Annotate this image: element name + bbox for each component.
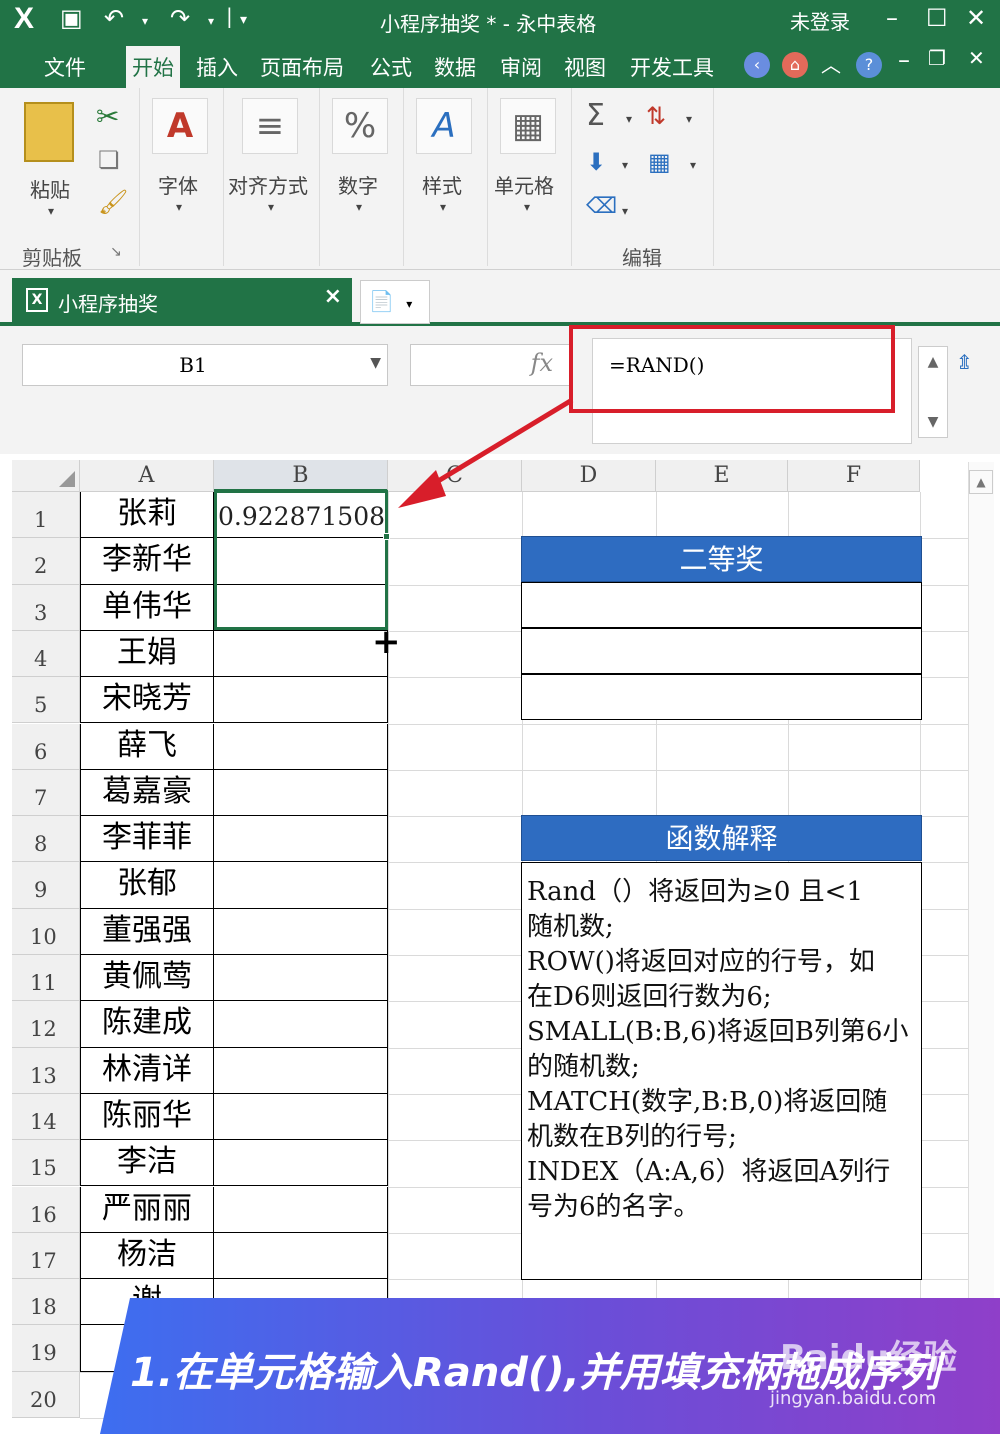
arrow-head-icon	[398, 470, 446, 508]
annotation-arrow	[398, 397, 574, 508]
watermark-url: jingyan.baidu.com	[770, 1388, 937, 1409]
watermark: Baidu经验	[780, 1338, 958, 1378]
arrow-shaft	[418, 397, 574, 495]
